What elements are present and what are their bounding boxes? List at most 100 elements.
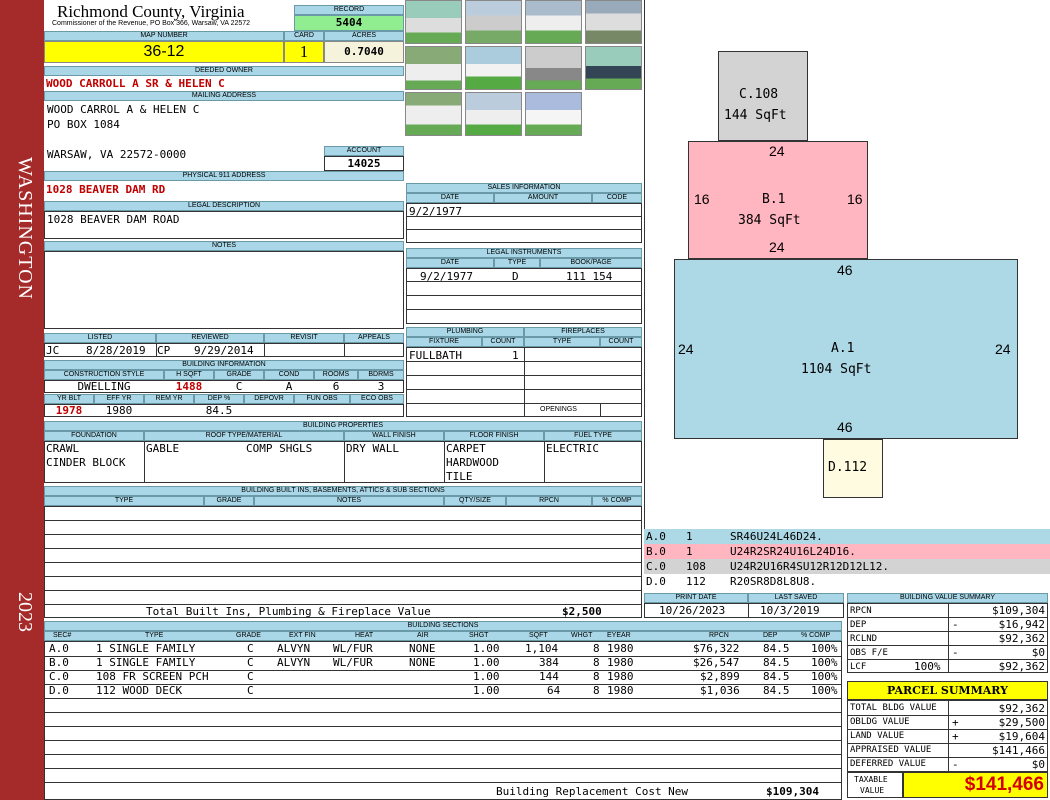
builtins-comp-header: % COMP bbox=[592, 496, 642, 506]
roof-header: ROOF TYPE/MATERIAL bbox=[144, 431, 344, 441]
building-cond: A bbox=[285, 380, 293, 393]
sections-col-header: EXT FIN bbox=[289, 632, 316, 639]
legend-row-c: C.0 108 U24R2U16R4SU12R12D12L12. bbox=[644, 559, 1050, 574]
effective-year: 1980 bbox=[105, 404, 133, 417]
builtins-total: $2,500 bbox=[562, 605, 602, 618]
taxable-label-box: TAXABLE VALUE bbox=[847, 772, 903, 798]
photo-thumbnail[interactable] bbox=[525, 92, 582, 136]
map-number: 36-12 bbox=[44, 41, 284, 63]
sections-col-header: SQFT bbox=[529, 632, 548, 639]
reviewed-header: REVIEWED bbox=[156, 333, 264, 343]
builtins-qty-header: QTY/SIZE bbox=[444, 496, 506, 506]
photo-thumbnail[interactable] bbox=[585, 0, 642, 44]
plumbing-count-header: COUNT bbox=[482, 337, 524, 347]
legend-row-a: A.0 1 SR46U24L46D24. bbox=[644, 529, 1050, 544]
legal-instruments-title: LEGAL INSTRUMENTS bbox=[406, 248, 642, 258]
listed-date: 8/28/2019 bbox=[86, 344, 146, 357]
photo-thumbnail[interactable] bbox=[525, 46, 582, 90]
roof-material: COMP SHGLS bbox=[246, 442, 313, 455]
photo-thumbnail[interactable] bbox=[405, 0, 462, 44]
district-name: WASHINGTON bbox=[14, 157, 36, 300]
taxable-label-2: VALUE bbox=[860, 786, 885, 795]
photo-thumbnail[interactable] bbox=[465, 92, 522, 136]
building-bdrms: 3 bbox=[377, 380, 385, 393]
rclnd-label: RCLND bbox=[850, 634, 878, 644]
table-row: C.0 108 FR SCREEN PCH C 1.00 144 8 1980 … bbox=[49, 670, 838, 683]
deeded-owner-label: DEEDED OWNER bbox=[44, 66, 404, 76]
obldg-sign: + bbox=[952, 716, 959, 729]
building-grade: C bbox=[235, 380, 243, 393]
deeded-owner: WOOD CARROLL A SR & HELEN C bbox=[46, 77, 225, 90]
fuel-type: ELECTRIC bbox=[546, 442, 599, 455]
photo-thumbnail[interactable] bbox=[465, 46, 522, 90]
replacement-cost-label: Building Replacement Cost New bbox=[496, 785, 689, 798]
sketch-d-label: D.112 bbox=[828, 460, 868, 475]
wall-header: WALL FINISH bbox=[344, 431, 444, 441]
photo-thumbnail[interactable] bbox=[585, 46, 642, 90]
photo-thumbnail[interactable] bbox=[405, 92, 462, 136]
district-sidebar: WASHINGTON 2023 bbox=[0, 0, 44, 800]
deferred-value: $0 bbox=[1031, 758, 1045, 771]
floor-header: FLOOR FINISH bbox=[444, 431, 544, 441]
plumbing-title: PLUMBING bbox=[406, 327, 524, 337]
appeals-header: APPEALS bbox=[344, 333, 404, 343]
builtins-rpcn-header: RPCN bbox=[506, 496, 592, 506]
table-row: A.0 1 SINGLE FAMILY C ALVYN WL/FUR NONE … bbox=[49, 642, 838, 655]
print-date-header: PRINT DATE bbox=[644, 593, 748, 603]
heated-sqft: 1488 bbox=[175, 380, 203, 393]
taxable-value: $141,466 bbox=[903, 772, 1048, 798]
building-sections-title: BUILDING SECTIONS bbox=[44, 621, 842, 631]
physical-address-label: PHYSICAL 911 ADDRESS bbox=[44, 171, 404, 181]
builtins-grade-header: GRADE bbox=[204, 496, 254, 506]
record-label: RECORD bbox=[294, 5, 404, 15]
photo-thumbnail[interactable] bbox=[465, 0, 522, 44]
replacement-cost: $109,304 bbox=[766, 785, 819, 798]
lcf-label: LCF bbox=[850, 662, 867, 672]
sketch-b-bottom-dim: 24 bbox=[769, 239, 785, 255]
sketch-legend: A.0 1 SR46U24L46D24. B.0 1 U24R2SR24U16L… bbox=[644, 529, 1050, 589]
sketch-b-top-dim: 24 bbox=[769, 143, 785, 159]
photo-thumbnail[interactable] bbox=[525, 0, 582, 44]
account-number: 14025 bbox=[324, 156, 404, 171]
taxable-label-1: TAXABLE bbox=[854, 775, 888, 784]
sections-col-header: TYPE bbox=[145, 632, 164, 639]
sections-col-header: RPCN bbox=[709, 632, 729, 639]
listed-header: LISTED bbox=[44, 333, 156, 343]
grade-header: GRADE bbox=[214, 370, 264, 380]
deferred-label: DEFERRED VALUE bbox=[850, 759, 926, 769]
notes-label: NOTES bbox=[44, 241, 404, 251]
photo-thumbnail[interactable] bbox=[405, 46, 462, 90]
last-saved: 10/3/2019 bbox=[760, 604, 820, 617]
parcel-summary-title: PARCEL SUMMARY bbox=[847, 681, 1048, 700]
lcf-pct: 100% bbox=[914, 660, 941, 673]
photo-gallery bbox=[405, 0, 645, 180]
fireplaces-title: FIREPLACES bbox=[524, 327, 642, 337]
reviewed-date: 9/29/2014 bbox=[194, 344, 254, 357]
foundation-2: CINDER BLOCK bbox=[46, 456, 126, 469]
wall-finish: DRY WALL bbox=[346, 442, 399, 455]
fireplace-type-header: TYPE bbox=[524, 337, 600, 347]
floor-finish-3: TILE bbox=[446, 470, 473, 483]
mailing-line-3: WARSAW, VA 22572-0000 bbox=[47, 148, 187, 161]
reviewed-by: CP bbox=[157, 344, 171, 357]
sketch-b-left-dim: 16 bbox=[694, 191, 710, 207]
commissioner-address: Commissioner of the Revenue, PO Box 366,… bbox=[52, 20, 251, 27]
sections-table: A.0 1 SINGLE FAMILY C ALVYN WL/FUR NONE … bbox=[44, 641, 842, 800]
depreciation-pct: 84.5 bbox=[205, 404, 233, 417]
fixture-header: FIXTURE bbox=[406, 337, 482, 347]
sales-info-title: SALES INFORMATION bbox=[406, 183, 642, 193]
table-row: B.0 1 SINGLE FAMILY C ALVYN WL/FUR NONE … bbox=[49, 656, 838, 669]
sketch-c-label: C.108 bbox=[739, 87, 779, 102]
building-rooms: 6 bbox=[332, 380, 340, 393]
obldg-value: $29,500 bbox=[998, 716, 1045, 729]
sections-col-header: DEP bbox=[763, 632, 778, 639]
cond-header: COND bbox=[264, 370, 314, 380]
fixture-type: FULLBATH bbox=[409, 349, 462, 362]
legal-type: D bbox=[512, 270, 519, 283]
table-row: D.0 112 WOOD DECK C 1.00 64 8 1980 $1,03… bbox=[49, 684, 838, 697]
sketch-c-area: 144 SqFt bbox=[724, 108, 787, 123]
legal-description-label: LEGAL DESCRIPTION bbox=[44, 201, 404, 211]
acres-value: 0.7040 bbox=[324, 41, 404, 63]
sketch-a-area: 1104 SqFt bbox=[801, 362, 872, 377]
rpcn-label: RPCN bbox=[850, 606, 872, 616]
